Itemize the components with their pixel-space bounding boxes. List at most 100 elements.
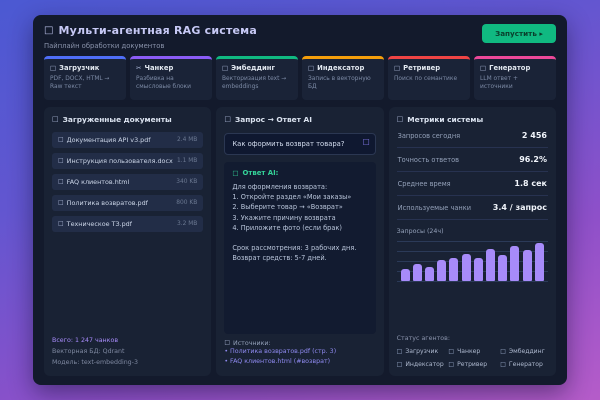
file-size: 800 KB [176, 200, 198, 206]
file-icon: □ [58, 157, 64, 164]
stage-desc: Векторизация text → embeddings [222, 76, 287, 91]
chart-bar [522, 250, 532, 281]
app-header: □ Мульти-агентная RAG система Пайплайн о… [44, 24, 556, 50]
source-link[interactable]: • FAQ клиентов.html (#возврат) [224, 357, 375, 368]
file-icon: □ [58, 136, 64, 143]
chunks-total: Всего: 1 247 чанков [52, 336, 119, 344]
answer-line: 1. Откройте раздел «Мои заказы» [232, 193, 352, 202]
file-size: 1.1 MB [176, 158, 198, 164]
stage-title: Ретривер [403, 64, 441, 72]
file-size: 340 KB [176, 179, 198, 185]
stage-desc: PDF, DOCX, HTML → Raw текст [50, 76, 110, 91]
chart-bar [437, 260, 447, 281]
retriever-icon: □ [394, 63, 401, 72]
sources-block: □ Источники: • Политика возвратов.pdf (ст… [224, 340, 375, 368]
query-input[interactable] [224, 133, 376, 155]
loader-icon: □ [50, 63, 57, 72]
metrics-panel: □ Метрики системы Запросов сегодня 2 456 … [388, 107, 556, 376]
agent-name: Чанкер [457, 348, 481, 355]
stage-title: Загрузчик [59, 64, 100, 72]
search-icon[interactable]: □ [363, 137, 370, 146]
file-name: Документация API v3.pdf [66, 136, 151, 144]
requests-chart [396, 239, 548, 282]
chart-bar [510, 246, 520, 281]
agent-status-indexer: □ Индексатор [397, 361, 445, 368]
page-subtitle: Пайплайн обработки документов [44, 42, 165, 50]
embedding-icon: □ [222, 63, 229, 72]
metric-row: Запросов сегодня 2 456 [396, 124, 548, 148]
file-row[interactable]: □ Документация API v3.pdf 2.4 MB [52, 132, 204, 148]
documents-header: Загруженные документы [62, 115, 172, 124]
file-list: □ Документация API v3.pdf 2.4 MB □ Инструк… [52, 132, 204, 237]
agent-name: Генератор [508, 361, 543, 368]
chat-header: Запрос → Ответ AI [234, 115, 312, 124]
generator-icon: □ [480, 63, 487, 72]
main-columns: □ Загруженные документы □ Документация API… [44, 107, 556, 376]
chart-bar [449, 258, 459, 281]
agent-status-embedding: □ Эмбеддинг [500, 348, 548, 355]
answer-line: Срок рассмотрения: 3 рабочих дня. [232, 244, 357, 253]
agent-status-retriever: □ Ретривер [448, 361, 496, 368]
sources-icon: □ [224, 339, 230, 347]
requests-chart-title: Запросы (24ч) [396, 228, 444, 235]
app-icon: □ [44, 24, 54, 36]
metric-value: 1.8 сек [514, 179, 547, 188]
stage-title: Чанкер [144, 64, 174, 72]
file-name: Политика возвратов.pdf [66, 199, 148, 207]
agent-status-generator: □ Генератор [500, 361, 548, 368]
agents-grid: □ Загрузчик □ Чанкер □ Эмбеддинг □ Индексато… [397, 348, 548, 368]
metric-label: Запросов сегодня [397, 131, 461, 140]
metric-value: 96.2% [519, 155, 547, 164]
agents-status-block: Статус агентов: □ Загрузчик □ Чанкер □ Эмбе… [397, 335, 548, 368]
answer-label: Ответ AI: [242, 169, 279, 177]
chart-bar [400, 269, 410, 281]
chart-bar [498, 255, 508, 281]
file-name: Инструкция пользователя.docx [66, 157, 173, 165]
file-row[interactable]: □ Техническое ТЗ.pdf 3.2 MB [52, 216, 204, 232]
chart-bar [473, 258, 483, 281]
metric-row: Используемые чанки 3.4 / запрос [396, 196, 548, 220]
stage-card-chunker[interactable]: ✂ Чанкер Разбивка на смысловые блоки [130, 56, 212, 100]
stage-card-retriever[interactable]: □ Ретривер Поиск по семантике [388, 56, 470, 100]
stage-title: Индексатор [317, 64, 365, 72]
agent-status-loader: □ Загрузчик [397, 348, 445, 355]
file-size: 3.2 MB [176, 221, 198, 227]
stage-card-indexer[interactable]: □ Индексатор Запись в векторную БД [302, 56, 384, 100]
file-size: 2.4 MB [176, 137, 198, 143]
sources-label: Источники: [233, 339, 271, 347]
file-row[interactable]: □ Политика возвратов.pdf 800 KB [52, 195, 204, 211]
stage-card-loader[interactable]: □ Загрузчик PDF, DOCX, HTML → Raw текст [44, 56, 126, 100]
ai-answer-icon: □ [232, 168, 239, 177]
documents-summary: Всего: 1 247 чанков Векторная БД: Qdrant… [52, 335, 203, 368]
documents-icon: □ [52, 115, 59, 123]
stage-card-generator[interactable]: □ Генератор LLM ответ + источники [474, 56, 556, 100]
chart-bar [534, 243, 544, 281]
file-name: Техническое ТЗ.pdf [66, 220, 132, 228]
stage-title: Эмбеддинг [231, 64, 276, 72]
run-pipeline-button[interactable]: Запустить ▸ [482, 24, 556, 43]
status-dot-icon: □ [500, 360, 506, 368]
stage-desc: Запись в векторную БД [308, 76, 371, 91]
agent-name: Индексатор [405, 361, 444, 368]
model-info: Модель: text-embedding-3 [52, 358, 138, 366]
chart-bar [486, 249, 496, 281]
stage-card-embedding[interactable]: □ Эмбеддинг Векторизация text → embedding… [216, 56, 298, 100]
status-dot-icon: □ [396, 360, 403, 368]
metric-label: Среднее время [397, 179, 451, 188]
metric-row: Точность ответов 96.2% [396, 148, 548, 172]
metric-value: 2 456 [521, 131, 547, 140]
file-row[interactable]: □ FAQ клиентов.html 340 KB [52, 174, 204, 190]
source-link[interactable]: • Политика возвратов.pdf (стр. 3) [224, 347, 375, 358]
answer-line: Для оформления возврата: [232, 183, 328, 191]
vector-db-info: Векторная БД: Qdrant [52, 347, 125, 355]
metric-value: 3.4 / запрос [492, 203, 547, 212]
metric-label: Используемые чанки [397, 203, 471, 212]
status-dot-icon: □ [448, 347, 455, 355]
metrics-icon: □ [396, 115, 404, 123]
stage-desc: Разбивка на смысловые блоки [136, 76, 191, 91]
chart-bar [412, 264, 422, 281]
file-row[interactable]: □ Инструкция пользователя.docx 1.1 MB [52, 153, 204, 169]
rag-app-window: □ Мульти-агентная RAG система Пайплайн о… [33, 15, 567, 385]
answer-box: □ Ответ AI: Для оформления возврата: 1. О… [224, 162, 376, 334]
chat-icon: □ [224, 115, 231, 123]
